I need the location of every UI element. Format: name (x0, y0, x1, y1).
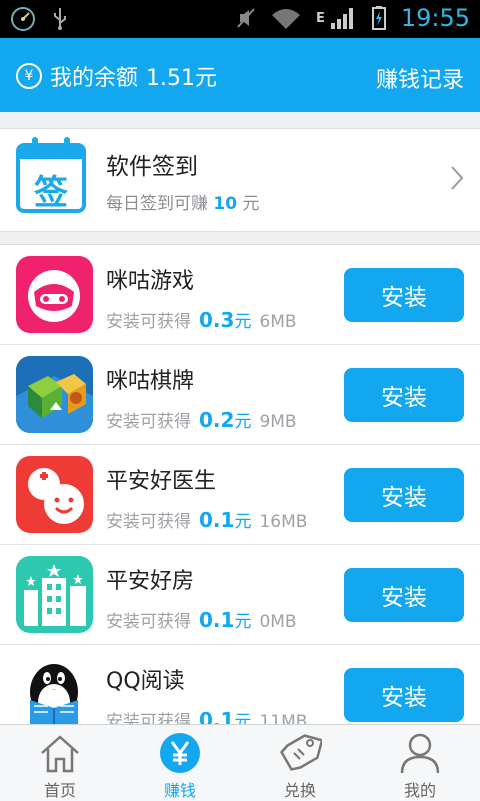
earn-label: 安装可获得 (106, 512, 191, 532)
network-type: E (315, 10, 325, 26)
nav-mine-label: 我的 (403, 781, 436, 800)
pingan-house-icon (16, 556, 93, 633)
install-button[interactable]: 安装 (344, 568, 464, 622)
bottom-nav: 首页 赚钱 兑换 我的 (0, 724, 480, 801)
usb-icon (54, 8, 66, 30)
signin-subtitle: 每日签到可赚 10 元 (106, 189, 259, 214)
list-item: 平安好医生 安装可获得 0.1元 16MB 安装 (0, 445, 480, 545)
app-reward-info: 安装可获得 0.3元 6MB (106, 307, 297, 332)
app-reward-info: 安装可获得 0.2元 9MB (106, 407, 297, 432)
app-reward-info: 安装可获得 0.1元 16MB (106, 507, 307, 532)
app-name: QQ阅读 (106, 669, 185, 694)
earn-label: 安装可获得 (106, 612, 191, 632)
nav-earn[interactable]: 赚钱 (120, 725, 240, 801)
balance-value: 1.51元 (146, 66, 218, 91)
nav-home-label: 首页 (43, 781, 76, 800)
user-icon (400, 733, 440, 774)
app-reward-info: 安装可获得 0.1元 0MB (106, 607, 297, 632)
earn-label: 安装可获得 (106, 412, 191, 432)
reward-amount: 0.1 (199, 608, 235, 632)
migu-chess-icon (16, 356, 93, 433)
wifi-icon (271, 9, 300, 29)
nav-exchange-label: 兑换 (283, 781, 316, 800)
install-button[interactable]: 安装 (344, 368, 464, 422)
qq-reader-icon (16, 656, 93, 733)
reward-unit: 元 (234, 412, 252, 432)
reward-amount: 0.1 (199, 508, 235, 532)
install-button[interactable]: 安装 (344, 268, 464, 322)
reward-unit: 元 (234, 612, 252, 632)
app-size: 6MB (259, 312, 297, 332)
list-item: 咪咕棋牌 安装可获得 0.2元 9MB 安装 (0, 345, 480, 445)
reward-amount: 0.3 (199, 308, 235, 332)
yen-icon: ¥ (16, 63, 42, 89)
install-button[interactable]: 安装 (344, 468, 464, 522)
earning-record-link[interactable]: 赚钱记录 (376, 62, 464, 94)
signin-amount: 10 (213, 194, 238, 214)
app-size: 0MB (259, 612, 297, 632)
signin-card[interactable]: 签 软件签到 每日签到可赚 10 元 (0, 128, 480, 232)
reward-amount: 0.2 (199, 408, 235, 432)
list-item: 平安好房 安装可获得 0.1元 0MB 安装 (0, 545, 480, 645)
install-button[interactable]: 安装 (344, 668, 464, 722)
signin-sub-prefix: 每日签到可赚 (106, 194, 208, 214)
nav-earn-label: 赚钱 (163, 781, 196, 800)
home-icon (41, 735, 79, 773)
gauge-icon (11, 7, 35, 31)
app-size: 9MB (259, 412, 297, 432)
migu-game-icon (16, 256, 93, 333)
app-size: 16MB (259, 512, 308, 532)
signal-icon (330, 8, 353, 29)
list-item: 咪咕游戏 安装可获得 0.3元 6MB 安装 (0, 245, 480, 345)
nav-exchange[interactable]: 兑换 (240, 725, 360, 801)
status-bar: E 19:55 (0, 0, 480, 38)
app-name: 咪咕游戏 (106, 269, 195, 294)
balance-header: ¥ 我的余额 1.51元 赚钱记录 (0, 38, 480, 112)
reward-unit: 元 (234, 512, 252, 532)
signin-icon-char: 签 (34, 173, 68, 213)
yen-icon (160, 733, 200, 773)
app-name: 平安好房 (106, 569, 195, 594)
balance-label: 我的余额 (50, 66, 139, 91)
app-name: 平安好医生 (106, 469, 217, 494)
chevron-right-icon (451, 166, 464, 190)
nav-mine[interactable]: 我的 (360, 725, 480, 801)
nav-home[interactable]: 首页 (0, 725, 120, 801)
pingan-doctor-icon (16, 456, 93, 533)
reward-unit: 元 (234, 312, 252, 332)
app-list: 咪咕游戏 安装可获得 0.3元 6MB 安装 咪咕棋牌 安装可获得 0.2元 9MB 安… (0, 244, 480, 733)
app-name: 咪咕棋牌 (106, 369, 195, 394)
battery-charging-icon (371, 6, 386, 30)
tag-icon (280, 734, 322, 771)
calendar-signin-icon: 签 (16, 137, 86, 213)
signin-title: 软件签到 (106, 154, 198, 180)
signin-unit: 元 (242, 194, 260, 214)
earn-label: 安装可获得 (106, 312, 191, 332)
mute-icon (237, 8, 255, 28)
clock: 19:55 (400, 4, 470, 32)
balance-display: ¥ 我的余额 1.51元 (16, 60, 217, 92)
